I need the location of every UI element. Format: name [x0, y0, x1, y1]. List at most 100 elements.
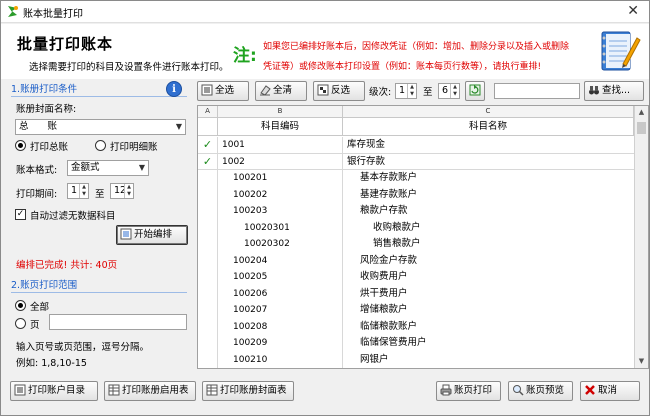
search-input[interactable] [494, 83, 580, 99]
start-arrange-button[interactable]: 开始编排 [116, 225, 188, 245]
row-check-mark[interactable] [198, 170, 218, 187]
left-panel: 1.账册打印条件 i 账册封面名称: 总 账 ▼ 打印总账 打印明细账 账本格式… [11, 81, 191, 371]
print-books-window: 账本批量打印 ✕ 批量打印账本 选择需要打印的科目及设置条件进行账本打印。 注:… [0, 0, 650, 416]
print-enable-table-button[interactable]: 打印账册启用表 [104, 381, 196, 401]
row-check-mark[interactable] [198, 203, 218, 220]
table-row[interactable]: 100203 粮款户存款 [198, 203, 634, 220]
account-name-cell: 网银户 [360, 353, 389, 365]
print-catalog-button[interactable]: 打印账户目录 [10, 381, 98, 401]
page-print-button[interactable]: 账页打印 [436, 381, 501, 401]
print-cover-table-button[interactable]: 打印账册封面表 [202, 381, 294, 401]
row-check-mark[interactable] [198, 318, 218, 335]
row-check-mark[interactable] [198, 285, 218, 302]
invert-selection-button[interactable]: 反选 [313, 81, 365, 101]
table-row[interactable]: 100207 增储粮款户 [198, 302, 634, 319]
radio-print-total[interactable] [15, 140, 26, 151]
format-select[interactable]: 金额式 ▼ [67, 160, 149, 176]
table-row[interactable]: 100201 基本存款账户 [198, 170, 634, 187]
row-check-mark[interactable] [198, 236, 218, 253]
radio-range-page[interactable] [15, 318, 26, 329]
table-icon [206, 384, 218, 395]
spinner-arrows-icon[interactable]: ▲ ▼ [407, 84, 416, 98]
table-row[interactable]: 100205 收购费用户 [198, 269, 634, 286]
table-row[interactable]: 100206 烘干费用户 [198, 285, 634, 302]
row-check-mark[interactable] [198, 351, 218, 368]
level-from-spinner[interactable]: 1 ▲ ▼ [395, 83, 417, 99]
table-row[interactable]: ✓ 1001 库存现金 [198, 137, 634, 154]
row-check-mark[interactable] [198, 302, 218, 319]
level-separator: 至 [423, 87, 433, 98]
clear-all-button[interactable]: 全清 [255, 81, 307, 101]
apply-level-button[interactable] [465, 81, 485, 101]
account-code-cell: 1001 [218, 137, 343, 154]
table-row[interactable]: 100210 网银户 [198, 351, 634, 368]
account-grid[interactable]: A B C 科目编码 科目名称 ✓ 1001 库存现金 ✓ 1002 银行存款 100201… [197, 105, 649, 369]
cancel-button[interactable]: 取消 [580, 381, 640, 401]
spinner-arrows-icon[interactable]: ▲ ▼ [79, 184, 88, 198]
row-check-mark[interactable]: ✓ [198, 368, 218, 369]
account-code-cell: 100202 [218, 186, 343, 203]
period-to-spinner[interactable]: 12 ▲ ▼ [110, 183, 134, 199]
spinner-arrows-icon[interactable]: ▲ ▼ [450, 84, 459, 98]
section-print-conditions: 1.账册打印条件 [11, 81, 187, 97]
account-code-cell: 100207 [218, 302, 343, 319]
account-name-cell: 其他货币资金 [343, 368, 634, 369]
account-code-cell: 100210 [218, 351, 343, 368]
search-button[interactable]: 查找... [584, 81, 644, 101]
binoculars-icon [589, 85, 599, 94]
autofilter-label[interactable]: 自动过滤无数据科目 [30, 208, 116, 222]
header-check-cell [198, 118, 218, 136]
level-label: 级次: [369, 87, 392, 98]
cover-name-select[interactable]: 总 账 ▼ [15, 119, 186, 135]
page-preview-button[interactable]: 账页预览 [508, 381, 573, 401]
account-name-cell: 基建存款账户 [360, 188, 418, 200]
table-row[interactable]: ✓ 1002 银行存款 [198, 153, 634, 170]
table-row[interactable]: 100204 风险金户存款 [198, 252, 634, 269]
radio-range-all[interactable] [15, 300, 26, 311]
row-check-mark[interactable] [198, 252, 218, 269]
radio-range-page-label[interactable]: 页 [30, 317, 40, 331]
note-line-1: 如果您已编排好账本后，因修改凭证（例如：增加、删除分录以及插入或删除 [263, 42, 570, 52]
page-range-input[interactable] [49, 314, 187, 330]
table-row[interactable]: ✓1012其他货币资金 [198, 368, 634, 369]
app-logo-icon [8, 6, 18, 17]
list-icon [14, 384, 26, 395]
scroll-down-icon[interactable]: ▼ [635, 355, 648, 368]
spinner-arrows-icon[interactable]: ▲ ▼ [124, 184, 133, 198]
row-check-mark[interactable]: ✓ [198, 153, 218, 170]
period-separator: 至 [95, 189, 105, 200]
period-from-spinner[interactable]: 1 ▲ ▼ [67, 183, 89, 199]
info-icon[interactable]: i [166, 81, 182, 97]
level-to-spinner[interactable]: 6 ▲ ▼ [438, 83, 460, 99]
close-icon[interactable]: ✕ [627, 3, 639, 19]
title-bar: 账本批量打印 ✕ [1, 1, 649, 23]
account-code-cell: 10020302 [218, 236, 343, 253]
select-all-button[interactable]: 全选 [197, 81, 249, 101]
row-check-mark[interactable] [198, 269, 218, 286]
radio-print-detail-label[interactable]: 打印明细账 [110, 139, 158, 153]
table-row[interactable]: 100208 临储粮款账户 [198, 318, 634, 335]
scroll-up-icon[interactable]: ▲ [635, 106, 648, 119]
scroll-thumb[interactable] [637, 122, 646, 134]
radio-print-detail[interactable] [95, 140, 106, 151]
chevron-down-icon: ▼ [175, 122, 182, 131]
table-row[interactable]: 10020301 收购粮款户 [198, 219, 634, 236]
note-line-2: 凭证等）或修改账本打印设置（例如：账本每页行数等），请执行重排! [263, 62, 542, 72]
refresh-icon [469, 84, 481, 95]
row-check-mark[interactable]: ✓ [198, 137, 218, 154]
account-name-cell: 库存现金 [343, 137, 634, 154]
radio-print-total-label[interactable]: 打印总账 [30, 139, 68, 153]
account-name-cell: 销售粮款户 [373, 238, 421, 249]
table-row[interactable]: 100202 基建存款账户 [198, 186, 634, 203]
row-check-mark[interactable] [198, 219, 218, 236]
row-check-mark[interactable] [198, 335, 218, 352]
autofilter-checkbox[interactable]: ✓ [15, 209, 26, 220]
table-row[interactable]: 10020302 销售粮款户 [198, 236, 634, 253]
table-row[interactable]: 100209 临储保管费用户 [198, 335, 634, 352]
vertical-scrollbar[interactable]: ▲ ▼ [634, 106, 648, 368]
row-check-mark[interactable] [198, 186, 218, 203]
invert-icon [317, 84, 329, 95]
account-code-cell: 100205 [218, 269, 343, 286]
radio-range-all-label[interactable]: 全部 [30, 299, 49, 313]
col-letter-c: C [343, 106, 634, 118]
